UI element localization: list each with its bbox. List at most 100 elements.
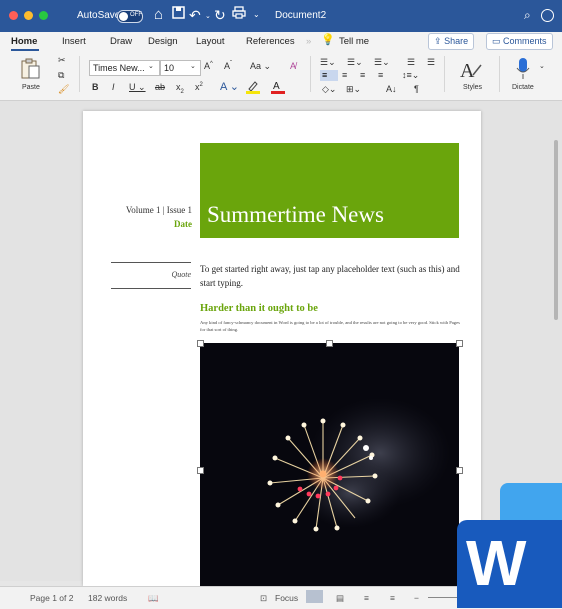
increase-indent-icon[interactable]: ☰ xyxy=(427,57,435,68)
paste-label: Paste xyxy=(22,84,40,91)
paste-button[interactable] xyxy=(20,57,42,86)
copy-icon[interactable]: ⧉ xyxy=(58,70,64,81)
resize-handle[interactable] xyxy=(326,340,333,347)
show-formatting-icon[interactable]: ¶ xyxy=(414,84,419,94)
outline-view-icon[interactable]: ≡ xyxy=(364,593,369,603)
align-right-icon[interactable]: ≡ xyxy=(360,70,365,80)
align-center-icon[interactable]: ≡ xyxy=(342,70,347,80)
home-icon[interactable]: ⌂ xyxy=(154,6,163,24)
comment-icon: ▭ xyxy=(492,36,501,46)
date-field[interactable]: Date xyxy=(100,219,192,229)
focus-icon[interactable]: ⊡ xyxy=(260,593,267,604)
print-layout-view-button[interactable] xyxy=(306,590,323,603)
web-layout-icon[interactable]: ▤ xyxy=(336,593,344,604)
vertical-scrollbar[interactable] xyxy=(554,140,558,320)
more-tabs-chevron-icon[interactable]: » xyxy=(306,36,311,47)
print-icon[interactable] xyxy=(232,6,246,24)
numbering-icon[interactable]: ☰⌄ xyxy=(347,57,363,68)
italic-button[interactable]: I xyxy=(112,82,115,92)
intro-paragraph[interactable]: To get started right away, just tap any … xyxy=(200,262,462,290)
account-icon[interactable] xyxy=(541,9,554,22)
grow-font-icon[interactable]: A^ xyxy=(204,61,213,71)
ribbon-separator xyxy=(499,56,500,92)
pull-quote[interactable]: Quote xyxy=(111,270,191,279)
svg-text:A: A xyxy=(460,60,475,81)
autosave-state: OFF xyxy=(130,12,142,18)
section-heading[interactable]: Harder than it ought to be xyxy=(200,303,318,314)
share-label: Share xyxy=(444,36,469,46)
tab-insert[interactable]: Insert xyxy=(62,36,86,47)
search-icon[interactable]: ⌕ xyxy=(524,8,531,23)
cut-icon[interactable]: ✂ xyxy=(58,55,66,66)
clear-formatting-icon[interactable]: A̸ xyxy=(290,61,296,71)
justify-icon[interactable]: ≡ xyxy=(378,70,383,80)
quote-rule-bottom xyxy=(111,288,191,289)
sort-icon[interactable]: A↓ xyxy=(386,84,397,94)
volume-issue[interactable]: Volume 1 | Issue 1 xyxy=(100,205,192,215)
lightbulb-icon: 💡 xyxy=(321,34,335,46)
underline-button[interactable]: U ⌄ xyxy=(129,82,146,93)
redo-icon[interactable]: ↻ xyxy=(214,6,226,24)
resize-handle[interactable] xyxy=(197,467,204,474)
resize-handle[interactable] xyxy=(456,340,463,347)
subscript-button[interactable]: x2 xyxy=(176,82,184,95)
comments-button[interactable]: ▭ Comments xyxy=(486,33,553,50)
fireworks-image[interactable] xyxy=(200,343,459,586)
body-paragraph[interactable]: Any kind of fancy-schmancy document in W… xyxy=(200,320,462,333)
ribbon-separator xyxy=(79,56,80,92)
bullets-icon[interactable]: ☰⌄ xyxy=(320,57,336,68)
tell-me-search[interactable]: Tell me xyxy=(339,36,369,47)
focus-label[interactable]: Focus xyxy=(275,593,298,603)
tab-draw[interactable]: Draw xyxy=(110,36,132,47)
bold-button[interactable]: B xyxy=(92,82,99,92)
text-effects-icon[interactable]: A ⌄ xyxy=(220,80,239,93)
shrink-font-icon[interactable]: Aˇ xyxy=(224,61,232,71)
share-button[interactable]: ⇪ Share xyxy=(428,33,475,50)
minimize-window-button[interactable] xyxy=(24,11,33,20)
change-case-icon[interactable]: Aa ⌄ xyxy=(250,61,271,72)
font-name-chevron-icon[interactable]: ⌄ xyxy=(148,62,154,70)
close-window-button[interactable] xyxy=(9,11,18,20)
active-tab-indicator xyxy=(11,49,39,51)
superscript-button[interactable]: x2 xyxy=(195,82,203,92)
resize-handle[interactable] xyxy=(456,467,463,474)
undo-icon[interactable]: ↶ xyxy=(189,6,201,24)
zoom-out-icon[interactable]: − xyxy=(414,593,419,603)
decrease-indent-icon[interactable]: ☰ xyxy=(407,57,415,68)
newsletter-title[interactable]: Summertime News xyxy=(207,202,384,228)
borders-icon[interactable]: ⊞⌄ xyxy=(346,84,361,95)
font-color-button[interactable]: A xyxy=(270,80,286,94)
resize-handle[interactable] xyxy=(197,340,204,347)
tab-design[interactable]: Design xyxy=(148,36,178,47)
font-size-chevron-icon[interactable]: ⌄ xyxy=(190,62,196,70)
word-count[interactable]: 182 words xyxy=(88,593,127,603)
line-spacing-icon[interactable]: ↕≡⌄ xyxy=(402,70,419,81)
draft-view-icon[interactable]: ≡ xyxy=(390,593,395,603)
microphone-icon[interactable] xyxy=(515,57,531,81)
zoom-slider[interactable] xyxy=(428,597,458,598)
styles-button[interactable]: A xyxy=(459,57,483,82)
tab-references[interactable]: References xyxy=(246,36,295,47)
ribbon-separator xyxy=(310,56,311,92)
customize-toolbar-icon[interactable]: ⌄ xyxy=(253,10,260,19)
comments-label: Comments xyxy=(503,36,547,46)
share-icon: ⇪ xyxy=(434,36,442,46)
format-painter-icon[interactable]: 🖌 xyxy=(58,84,69,95)
page-count[interactable]: Page 1 of 2 xyxy=(30,593,73,603)
undo-chevron-icon[interactable]: ⌄ xyxy=(205,12,211,20)
dictate-chevron-icon[interactable]: ⌄ xyxy=(539,62,545,70)
highlight-color-button[interactable] xyxy=(245,80,261,94)
word-w-glyph: W xyxy=(466,527,527,599)
zoom-window-button[interactable] xyxy=(39,11,48,20)
shading-icon[interactable]: ◇⌄ xyxy=(322,84,336,95)
tab-home[interactable]: Home xyxy=(11,36,37,47)
proofing-icon[interactable]: 📖 xyxy=(148,593,159,604)
font-name-value: Times New... xyxy=(93,63,145,73)
font-size-value: 10 xyxy=(164,63,175,73)
strikethrough-button[interactable]: ab xyxy=(155,82,165,92)
align-left-button[interactable]: ≡ xyxy=(320,70,338,81)
autosave-toggle[interactable]: OFF xyxy=(117,10,143,23)
tab-layout[interactable]: Layout xyxy=(196,36,225,47)
save-icon[interactable] xyxy=(172,6,185,24)
multilevel-list-icon[interactable]: ☰⌄ xyxy=(374,57,390,68)
